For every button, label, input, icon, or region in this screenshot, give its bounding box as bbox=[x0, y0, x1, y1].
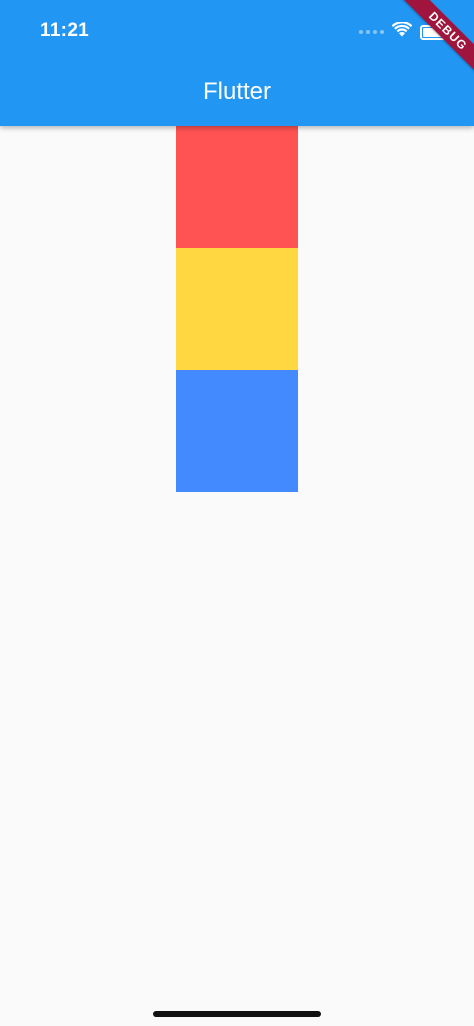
signal-dots-icon bbox=[359, 30, 384, 34]
battery-icon bbox=[420, 24, 449, 40]
status-icons bbox=[359, 21, 449, 42]
home-indicator[interactable] bbox=[153, 1011, 321, 1017]
red-block bbox=[176, 126, 298, 248]
app-bar: 11:21 Flutter bbox=[0, 0, 474, 126]
color-block-column bbox=[176, 126, 298, 492]
yellow-block bbox=[176, 248, 298, 370]
screen: 11:21 Flutter DEBUG bbox=[0, 0, 474, 1026]
blue-block bbox=[176, 370, 298, 492]
app-bar-title: Flutter bbox=[202, 78, 271, 105]
status-time: 11:21 bbox=[40, 20, 90, 41]
wifi-icon bbox=[391, 21, 413, 42]
